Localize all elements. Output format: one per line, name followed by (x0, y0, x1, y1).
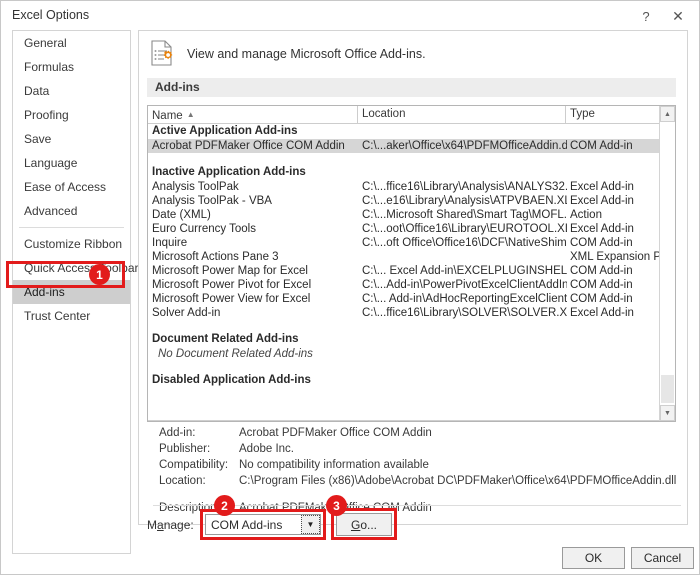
scrollbar-thumb[interactable] (661, 375, 674, 403)
sidebar-item-label: Trust Center (24, 309, 90, 323)
sidebar-item-advanced[interactable]: Advanced (13, 199, 130, 223)
annotation-badge-1: 1 (89, 264, 110, 285)
sidebar-item-trust-center[interactable]: Trust Center (13, 304, 130, 328)
sort-ascending-icon: ▲ (187, 106, 195, 123)
sidebar-item-label: Ease of Access (24, 180, 106, 194)
detail-label: Add-in: (159, 425, 195, 441)
table-row[interactable]: Solver Add-in C:\...ffice16\Library\SOLV… (148, 306, 659, 320)
detail-label: Location: (159, 473, 206, 489)
column-header-location[interactable]: Location (358, 106, 566, 123)
sidebar-item-label: General (24, 36, 67, 50)
detail-value: C:\Program Files (x86)\Adobe\Acrobat DC\… (239, 473, 676, 489)
table-row[interactable]: Euro Currency Tools C:\...oot\Office16\L… (148, 222, 659, 236)
chevron-down-icon[interactable]: ▼ (301, 515, 320, 534)
cancel-button[interactable]: Cancel (631, 547, 694, 569)
detail-value: No compatibility information available (239, 457, 429, 473)
detail-value: Adobe Inc. (239, 441, 294, 457)
scroll-up-icon[interactable]: ▲ (660, 106, 675, 122)
sidebar-item-label: Proofing (24, 108, 69, 122)
annotation-badge-3: 3 (326, 495, 347, 516)
column-header-label: Location (362, 108, 405, 120)
list-group-header: Active Application Add-ins (148, 123, 659, 139)
sidebar-item-proofing[interactable]: Proofing (13, 103, 130, 127)
list-group-header: Document Related Add-ins (148, 331, 659, 347)
detail-value: Acrobat PDFMaker Office COM Addin (239, 425, 432, 441)
sidebar-item-add-ins[interactable]: Add-ins (13, 280, 130, 304)
help-icon[interactable]: ? (633, 5, 659, 27)
sidebar-item-label: Quick Access Toolbar (24, 261, 139, 275)
column-header-label: Name (152, 110, 183, 122)
section-band: Add-ins (147, 78, 676, 97)
sidebar-item-customize-ribbon[interactable]: Customize Ribbon (13, 232, 130, 256)
list-group-header: Inactive Application Add-ins (148, 164, 659, 180)
manage-dropdown[interactable]: COM Add-ins ▼ (205, 514, 321, 535)
table-row[interactable]: Date (XML) C:\...Microsoft Shared\Smart … (148, 208, 659, 222)
manage-dropdown-value: COM Add-ins (211, 518, 282, 532)
detail-row-publisher: Publisher: Adobe Inc. (147, 441, 676, 457)
list-body: Active Application Add-ins Acrobat PDFMa… (148, 123, 659, 421)
table-row[interactable]: Microsoft Power Pivot for Excel C:\...Ad… (148, 278, 659, 292)
document-gear-icon (149, 39, 177, 69)
table-row[interactable]: Analysis ToolPak C:\...ffice16\Library\A… (148, 180, 659, 194)
add-in-details: Add-in: Acrobat PDFMaker Office COM Addi… (147, 425, 676, 505)
pane-header-label: View and manage Microsoft Office Add-ins… (187, 47, 426, 61)
sidebar-item-label: Add-ins (24, 285, 65, 299)
detail-row-location: Location: C:\Program Files (x86)\Adobe\A… (147, 473, 676, 489)
sidebar-item-quick-access-toolbar[interactable]: Quick Access Toolbar (13, 256, 130, 280)
pane-header: View and manage Microsoft Office Add-ins… (149, 39, 669, 73)
sidebar-item-label: Data (24, 84, 49, 98)
list-group-header: Disabled Application Add-ins (148, 372, 659, 388)
add-ins-pane: View and manage Microsoft Office Add-ins… (138, 30, 688, 525)
table-row[interactable]: Microsoft Actions Pane 3 XML Expansion P… (148, 250, 659, 264)
add-ins-listbox[interactable]: Name ▲ Location Type Active Application A… (147, 105, 676, 422)
sidebar-item-data[interactable]: Data (13, 79, 130, 103)
sidebar-item-label: Advanced (24, 204, 77, 218)
list-empty-note: No Document Related Add-ins (148, 347, 659, 361)
detail-label: Compatibility: (159, 457, 228, 473)
detail-row-compatibility: Compatibility: No compatibility informat… (147, 457, 676, 473)
list-spacer (148, 361, 659, 372)
list-header-row: Name ▲ Location Type (148, 106, 675, 124)
options-sidebar: General Formulas Data Proofing Save Lang… (12, 30, 131, 554)
sidebar-item-save[interactable]: Save (13, 127, 130, 151)
column-header-label: Type (570, 108, 595, 120)
sidebar-divider (19, 227, 124, 228)
scroll-down-icon[interactable]: ▼ (660, 405, 675, 421)
ok-button[interactable]: OK (562, 547, 625, 569)
column-header-type[interactable]: Type (566, 106, 660, 123)
list-spacer (148, 320, 659, 331)
list-bottom-edge (148, 420, 659, 421)
table-row[interactable]: Inquire C:\...oft Office\Office16\DCF\Na… (148, 236, 659, 250)
annotation-badge-2: 2 (214, 495, 235, 516)
table-row[interactable]: Microsoft Power Map for Excel C:\... Exc… (148, 264, 659, 278)
sidebar-item-label: Language (24, 156, 77, 170)
table-row[interactable]: Microsoft Power View for Excel C:\... Ad… (148, 292, 659, 306)
sidebar-item-language[interactable]: Language (13, 151, 130, 175)
list-spacer (148, 153, 659, 164)
list-vertical-scrollbar[interactable]: ▲ ▼ (659, 106, 675, 421)
detail-label: Publisher: (159, 441, 210, 457)
sidebar-item-general[interactable]: General (13, 31, 130, 55)
sidebar-item-label: Customize Ribbon (24, 237, 122, 251)
sidebar-item-formulas[interactable]: Formulas (13, 55, 130, 79)
section-band-label: Add-ins (155, 80, 200, 94)
dialog-title: Excel Options (12, 8, 89, 22)
table-row[interactable]: Analysis ToolPak - VBA C:\...e16\Library… (148, 194, 659, 208)
column-header-name[interactable]: Name ▲ (148, 106, 358, 123)
sidebar-item-label: Save (24, 132, 51, 146)
sidebar-item-label: Formulas (24, 60, 74, 74)
excel-options-dialog: Excel Options ? ✕ General Formulas Data … (0, 0, 700, 575)
table-row[interactable]: Acrobat PDFMaker Office COM Addin C:\...… (148, 139, 659, 153)
close-icon[interactable]: ✕ (665, 5, 691, 27)
title-bar: Excel Options ? ✕ (1, 1, 699, 31)
go-button[interactable]: Go... (336, 513, 392, 536)
detail-row-add-in: Add-in: Acrobat PDFMaker Office COM Addi… (147, 425, 676, 441)
manage-label: Manage: (147, 518, 194, 532)
sidebar-item-ease-of-access[interactable]: Ease of Access (13, 175, 130, 199)
